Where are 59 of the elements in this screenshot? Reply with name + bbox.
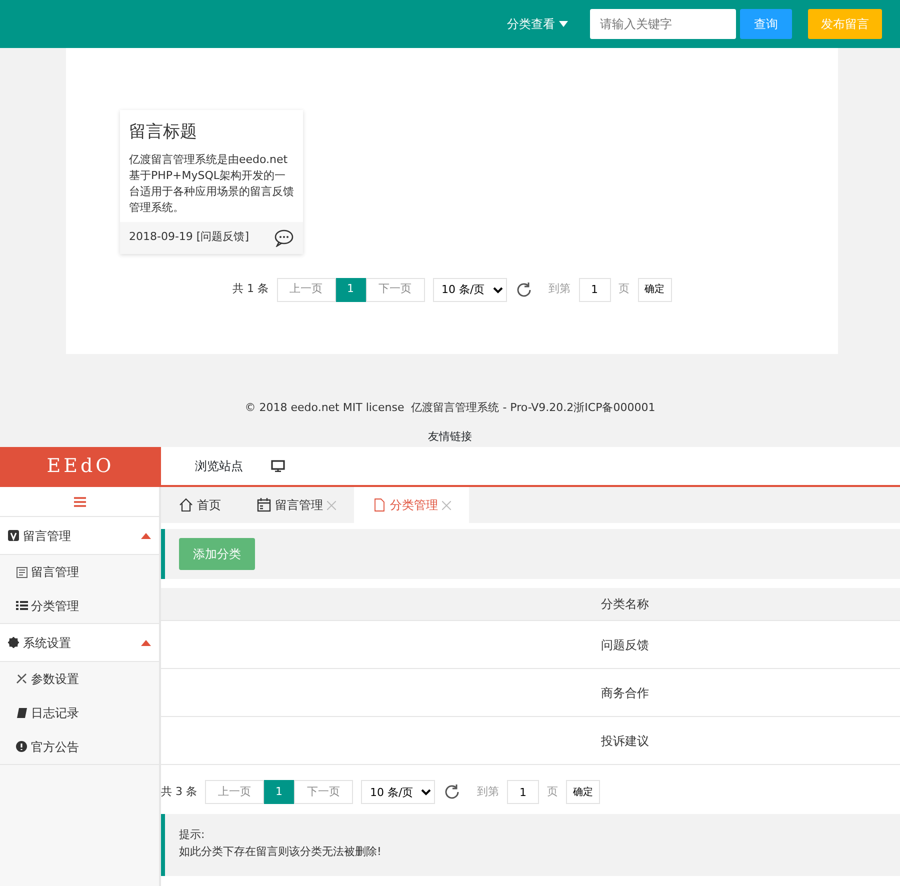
sidebar-item[interactable]: 日志记录 <box>0 696 159 730</box>
goto-label: 到第 <box>548 281 570 298</box>
tab[interactable]: 分类管理 <box>354 487 469 523</box>
tab[interactable]: 留言管理 <box>239 487 354 523</box>
page-input[interactable]: 1 <box>507 780 539 804</box>
page-unit-label: 页 <box>618 281 630 298</box>
table-cell-text: 投诉建议 <box>601 732 650 750</box>
chat-icon[interactable] <box>274 228 294 246</box>
page-input[interactable]: 1 <box>578 278 610 302</box>
sidebar-item[interactable]: 留言管理 <box>0 555 159 589</box>
search-field[interactable]: 请输入关键字 <box>590 9 736 39</box>
category-menu[interactable]: 分类查看 <box>501 14 574 34</box>
list-icon <box>16 600 28 612</box>
confirm-button[interactable]: 确定 <box>566 780 600 804</box>
copyright-text: © 2018 eedo.net MIT license 亿渡留言管理系统 - Pro-V9.20.2浙ICP备000001 <box>244 400 656 416</box>
page-button[interactable]: 1 <box>264 780 294 804</box>
refresh-icon[interactable] <box>514 280 532 298</box>
card-text: 亿渡留言管理系统是由eedo.net基于PHP+MySQL架构开发的一台适用于各种应用场景的留言反馈管理系统。 <box>128 152 295 216</box>
sidebar-group[interactable]: 系统设置 <box>0 624 159 662</box>
caret-icon <box>141 532 151 538</box>
menu-icon[interactable] <box>74 496 86 506</box>
column-header: 分类名称 <box>601 596 650 613</box>
sidebar-item[interactable]: 官方公告 <box>0 730 159 764</box>
document-icon <box>372 498 386 512</box>
goto-label: 到第 <box>477 784 499 800</box>
book-icon <box>16 707 28 719</box>
calendar-icon <box>257 498 271 512</box>
refresh-icon[interactable] <box>443 783 461 801</box>
tools-icon <box>16 673 28 685</box>
table-cell-text: 商务合作 <box>601 684 650 702</box>
tip-title: 提示: <box>179 827 206 843</box>
card-date: 2018-09-19 [问题反馈] <box>129 229 250 246</box>
logo: EEdO <box>0 447 161 487</box>
info-icon <box>16 741 28 753</box>
total-count: 共 1 条 <box>232 281 268 298</box>
caret-icon <box>141 640 151 646</box>
sidebar-item[interactable]: 分类管理 <box>0 589 159 623</box>
tip-text: 如此分类下存在留言则该分类无法被删除! <box>179 844 382 860</box>
v-badge-icon <box>8 530 19 541</box>
sidebar-item[interactable]: 参数设置 <box>0 662 159 696</box>
sidebar-group[interactable]: 留言管理 <box>0 517 159 555</box>
group-label: 留言管理 <box>23 528 71 544</box>
page-size-select[interactable]: 10 条/页 <box>432 278 506 302</box>
gear-icon <box>8 637 19 648</box>
monitor-icon[interactable] <box>271 460 285 472</box>
home-icon <box>179 498 193 512</box>
page-unit-label: 页 <box>547 784 558 800</box>
card-title: 留言标题 <box>128 121 198 144</box>
table-cell-text: 问题反馈 <box>601 636 650 654</box>
confirm-button[interactable]: 确定 <box>638 278 672 302</box>
clipboard-icon <box>16 566 28 578</box>
page-button[interactable]: 1 <box>336 278 366 302</box>
nav-link[interactable]: 浏览站点 <box>195 457 243 475</box>
page-size-select[interactable]: 10 条/页 <box>361 780 435 804</box>
group-label: 系统设置 <box>23 634 71 652</box>
friend-links-link[interactable]: 友情链接 <box>428 428 472 445</box>
total-count: 共 3 条 <box>161 784 197 800</box>
caret-icon <box>559 21 568 27</box>
tab[interactable]: 首页 <box>161 487 239 523</box>
